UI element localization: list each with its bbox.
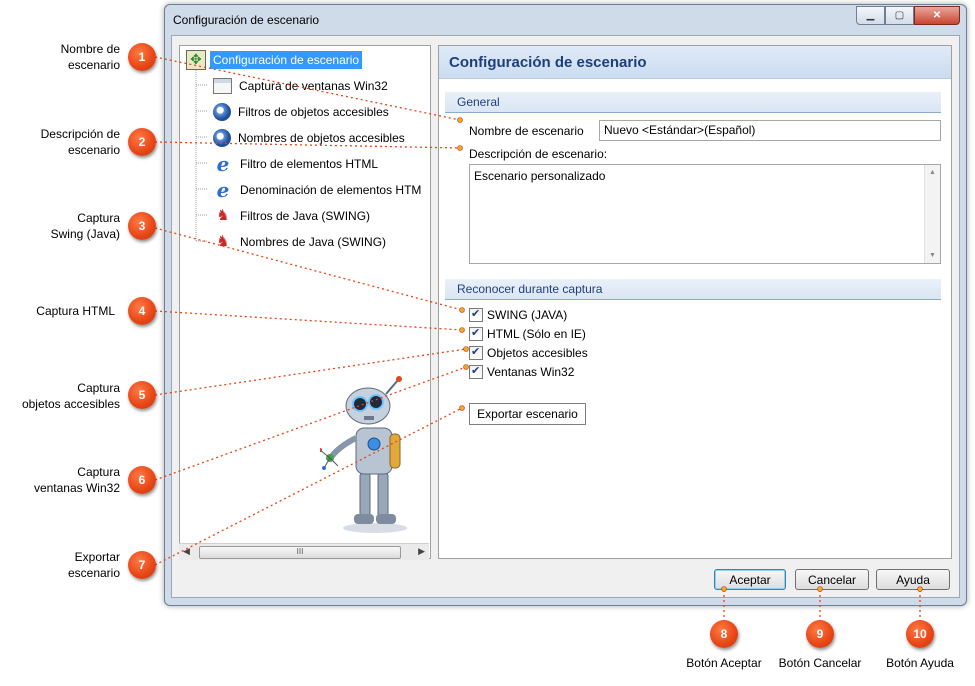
ie-icon: e	[216, 152, 230, 176]
callout-badge-8: 8	[710, 620, 738, 648]
tree-item-html-naming[interactable]: e Denominación de elementos HTM	[213, 180, 424, 200]
tree-item-label: Filtros de Java (SWING)	[240, 209, 371, 223]
callout-badge-4: 4	[128, 297, 156, 325]
accept-button[interactable]: Aceptar	[714, 569, 786, 590]
checkbox-label: Ventanas Win32	[487, 365, 575, 379]
callout-badge-9: 9	[806, 620, 834, 648]
panel-header: Configuración de escenario	[439, 46, 951, 79]
callout-label-3: Captura Swing (Java)	[50, 211, 120, 241]
settings-panel: Configuración de escenario General Nombr…	[438, 45, 952, 559]
callout-badge-3: 3	[128, 212, 156, 240]
panel-title: Configuración de escenario	[449, 54, 647, 71]
callout-label-2: Descripción de escenario	[40, 127, 120, 157]
tree-item-java-filters[interactable]: ♞ Filtros de Java (SWING)	[213, 206, 373, 226]
help-button[interactable]: Ayuda	[876, 569, 950, 590]
callout-badge-2: 2	[128, 128, 156, 156]
maximize-button[interactable]: ▢	[885, 6, 914, 25]
accessible-icon	[213, 129, 231, 147]
scenario-config-icon	[186, 50, 206, 70]
callout-label-10: Botón Ayuda	[886, 656, 954, 670]
checkbox-label: Objetos accesibles	[487, 346, 588, 360]
tree-item-scenario-config[interactable]: Configuración de escenario	[186, 50, 363, 70]
tree-item-label: Denominación de elementos HTM	[240, 183, 422, 197]
tree-item-label: Filtros de objetos accesibles	[238, 105, 389, 119]
scrollbar-grip: III	[296, 547, 304, 556]
tree-item-java-names[interactable]: ♞ Nombres de Java (SWING)	[213, 232, 389, 252]
checkbox-box[interactable]	[469, 345, 483, 360]
tree-item-win32-capture[interactable]: Captura de ventanas Win32	[213, 76, 391, 96]
callout-label-6: Captura ventanas Win32	[33, 465, 120, 495]
window-title: Configuración de escenario	[173, 13, 320, 27]
checkbox-accessible-objects[interactable]: Objetos accesibles	[469, 345, 588, 360]
tree-item-label: Nombres de objetos accesibles	[238, 131, 405, 145]
cancel-button[interactable]: Cancelar	[795, 569, 869, 590]
section-capture-recognition: Reconocer durante captura	[445, 279, 941, 300]
checkbox-swing-java[interactable]: SWING (JAVA)	[469, 307, 568, 322]
tree-item-label: Captura de ventanas Win32	[239, 79, 388, 93]
window-icon	[213, 78, 232, 94]
callout-label-1: Nombre de escenario	[60, 42, 120, 72]
section-title: General	[457, 95, 500, 109]
callout-label-8: Botón Aceptar	[686, 656, 762, 670]
java-icon: ♞	[216, 207, 230, 224]
minimize-button[interactable]: ▁	[856, 6, 885, 25]
scenario-description-textarea[interactable]: Escenario personalizado ▲ ▼	[469, 164, 941, 264]
callout-badge-7: 7	[128, 551, 156, 579]
checkbox-win32-windows[interactable]: Ventanas Win32	[469, 364, 575, 379]
accessible-icon	[213, 103, 231, 121]
robot-illustration	[320, 376, 407, 533]
close-button[interactable]: ✕	[914, 6, 960, 25]
callout-badge-5: 5	[128, 381, 156, 409]
callout-label-9: Botón Cancelar	[778, 656, 862, 670]
close-icon: ✕	[932, 10, 942, 21]
window-controls: ▁ ▢ ✕	[856, 6, 960, 25]
scenario-name-input[interactable]: Nuevo <Estándar>(Español)	[599, 120, 941, 141]
checkbox-label: HTML (Sólo en IE)	[487, 327, 586, 341]
checkbox-label: SWING (JAVA)	[487, 308, 568, 322]
section-title: Reconocer durante captura	[457, 282, 603, 296]
scroll-up-icon[interactable]: ▲	[929, 169, 936, 176]
scroll-down-icon[interactable]: ▼	[929, 252, 936, 259]
description-text: Escenario personalizado	[474, 169, 606, 183]
checkbox-box[interactable]	[469, 326, 483, 341]
tree-horizontal-scrollbar[interactable]: ◀ III ▶	[179, 543, 429, 560]
minimize-icon: ▁	[866, 10, 875, 21]
scrollbar-thumb[interactable]: III	[199, 546, 401, 559]
callout-badge-10: 10	[906, 620, 934, 648]
checkbox-html-ie[interactable]: HTML (Sólo en IE)	[469, 326, 586, 341]
java-icon: ♞	[216, 233, 230, 250]
tree-item-accessible-names[interactable]: Nombres de objetos accesibles	[213, 128, 408, 148]
title-bar[interactable]: Configuración de escenario ▁ ▢ ✕	[165, 5, 966, 35]
dialog-body: Configuración de escenario Captura de ve…	[171, 35, 960, 598]
export-scenario-button[interactable]: Exportar escenario	[469, 403, 586, 425]
scroll-right-icon[interactable]: ▶	[418, 546, 425, 557]
callout-label-4: Captura HTML	[36, 304, 115, 318]
tree-item-label: Filtro de elementos HTML	[240, 157, 379, 171]
section-general: General	[445, 92, 941, 113]
ie-icon: e	[216, 178, 230, 202]
tree-item-html-filter[interactable]: e Filtro de elementos HTML	[213, 154, 381, 174]
callout-badge-1: 1	[128, 43, 156, 71]
maximize-icon: ▢	[894, 10, 905, 21]
tree-item-label: Nombres de Java (SWING)	[240, 235, 387, 249]
checkbox-box[interactable]	[469, 364, 483, 379]
callout-label-5: Captura objetos accesibles	[21, 381, 120, 411]
scenario-name-label: Nombre de escenario	[469, 124, 584, 138]
tree-item-accessible-filters[interactable]: Filtros de objetos accesibles	[213, 102, 392, 122]
description-vertical-scrollbar[interactable]: ▲ ▼	[924, 165, 940, 263]
scroll-left-icon[interactable]: ◀	[183, 546, 190, 557]
tree-item-label: Configuración de escenario	[210, 51, 363, 69]
checkbox-box[interactable]	[469, 307, 483, 322]
callout-badge-6: 6	[128, 466, 156, 494]
dialog-window: Configuración de escenario ▁ ▢ ✕ ✥ Confi…	[164, 4, 967, 606]
navigation-tree: Configuración de escenario Captura de ve…	[179, 45, 431, 559]
scenario-description-label: Descripción de escenario:	[469, 147, 608, 161]
callout-label-7: Exportar escenario	[67, 550, 120, 580]
